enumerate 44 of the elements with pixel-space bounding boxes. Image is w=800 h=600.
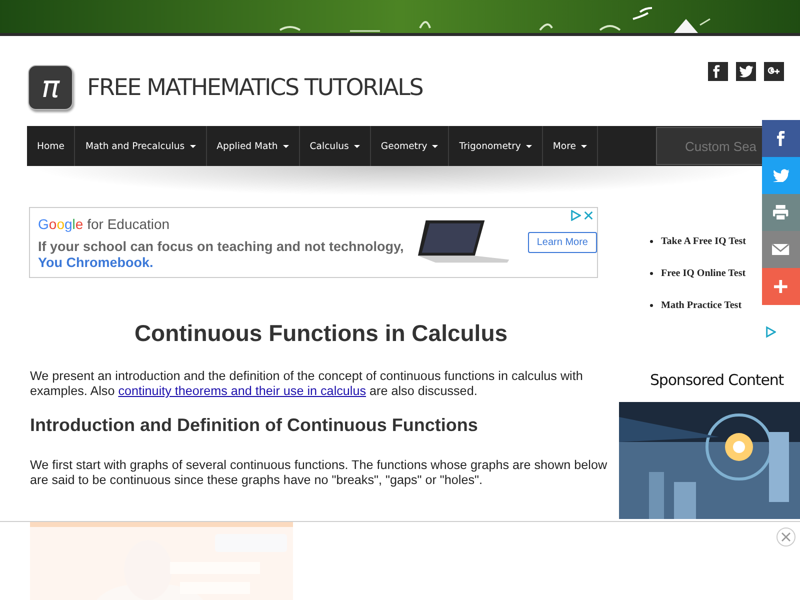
learn-more-button[interactable]: Learn More: [528, 232, 597, 253]
nav-item[interactable]: Calculus: [300, 126, 371, 166]
article-title: Continuous Functions in Calculus: [133, 320, 509, 347]
print-icon: [773, 204, 789, 220]
logo-icon[interactable]: π: [28, 65, 73, 110]
email-icon: [772, 244, 790, 256]
nav-item[interactable]: Applied Math: [206, 126, 300, 166]
ad-choices-icon[interactable]: [570, 210, 581, 221]
site-title[interactable]: FREE MATHEMATICS TUTORIALS: [87, 75, 708, 101]
sidebar-link[interactable]: Free IQ Online Test: [661, 268, 746, 278]
sidebar-link[interactable]: Take A Free IQ Test: [661, 236, 746, 246]
nav-item[interactable]: Trigonometry: [449, 126, 543, 166]
continuity-theorems-link[interactable]: continuity theorems and their use in calculus: [118, 384, 366, 398]
nav-item[interactable]: More: [542, 126, 598, 166]
bullet-icon: [650, 272, 653, 274]
ad-headline: If your school can focus on teaching and not technology,: [38, 239, 405, 254]
ad-tagline: You Chromebook.: [38, 255, 154, 270]
twitter-icon[interactable]: [736, 62, 756, 81]
share-button[interactable]: [762, 120, 800, 157]
search-field[interactable]: Custom Sea: [656, 127, 762, 165]
twitter-icon: [772, 168, 790, 182]
bullet-icon: [650, 240, 653, 242]
close-icon[interactable]: [583, 210, 594, 221]
nav-item[interactable]: Geometry: [370, 126, 450, 166]
close-icon[interactable]: [776, 527, 796, 547]
facebook-icon: [777, 130, 785, 146]
ad-banner[interactable]: Google for Education If your school can focus on teaching and not technology, You Chromebook. Learn More: [29, 207, 598, 278]
share-button[interactable]: [762, 194, 800, 231]
sidebar-link[interactable]: Math Practice Test: [661, 300, 742, 310]
share-button[interactable]: [762, 268, 800, 305]
nav-item[interactable]: Math and Precalculus: [75, 126, 207, 166]
googleplus-icon[interactable]: [764, 62, 784, 81]
sponsored-heading: Sponsored Content: [650, 371, 784, 389]
nav-item[interactable]: Home: [27, 126, 76, 166]
share-button[interactable]: [762, 231, 800, 268]
section-heading: Introduction and Definition of Continuous Functions: [30, 415, 479, 436]
share-button[interactable]: [762, 157, 800, 194]
bullet-icon: [650, 304, 653, 306]
plus-icon: [774, 280, 788, 294]
facebook-icon[interactable]: [708, 62, 728, 81]
brand-text: Google for Education: [38, 216, 170, 232]
intro-paragraph: We present an introduction and the definition of the concept of continuous functions in calculus with examples. Also continuity theorems and their use in calculus are also discussed.: [30, 369, 584, 399]
body-paragraph: We first start with graphs of several continuous functions. The functions whose graphs are shown below are said to be continuous since these graphs have no "breaks", "gaps" or "holes".: [30, 458, 608, 488]
ad-choices-icon[interactable]: [765, 326, 776, 338]
